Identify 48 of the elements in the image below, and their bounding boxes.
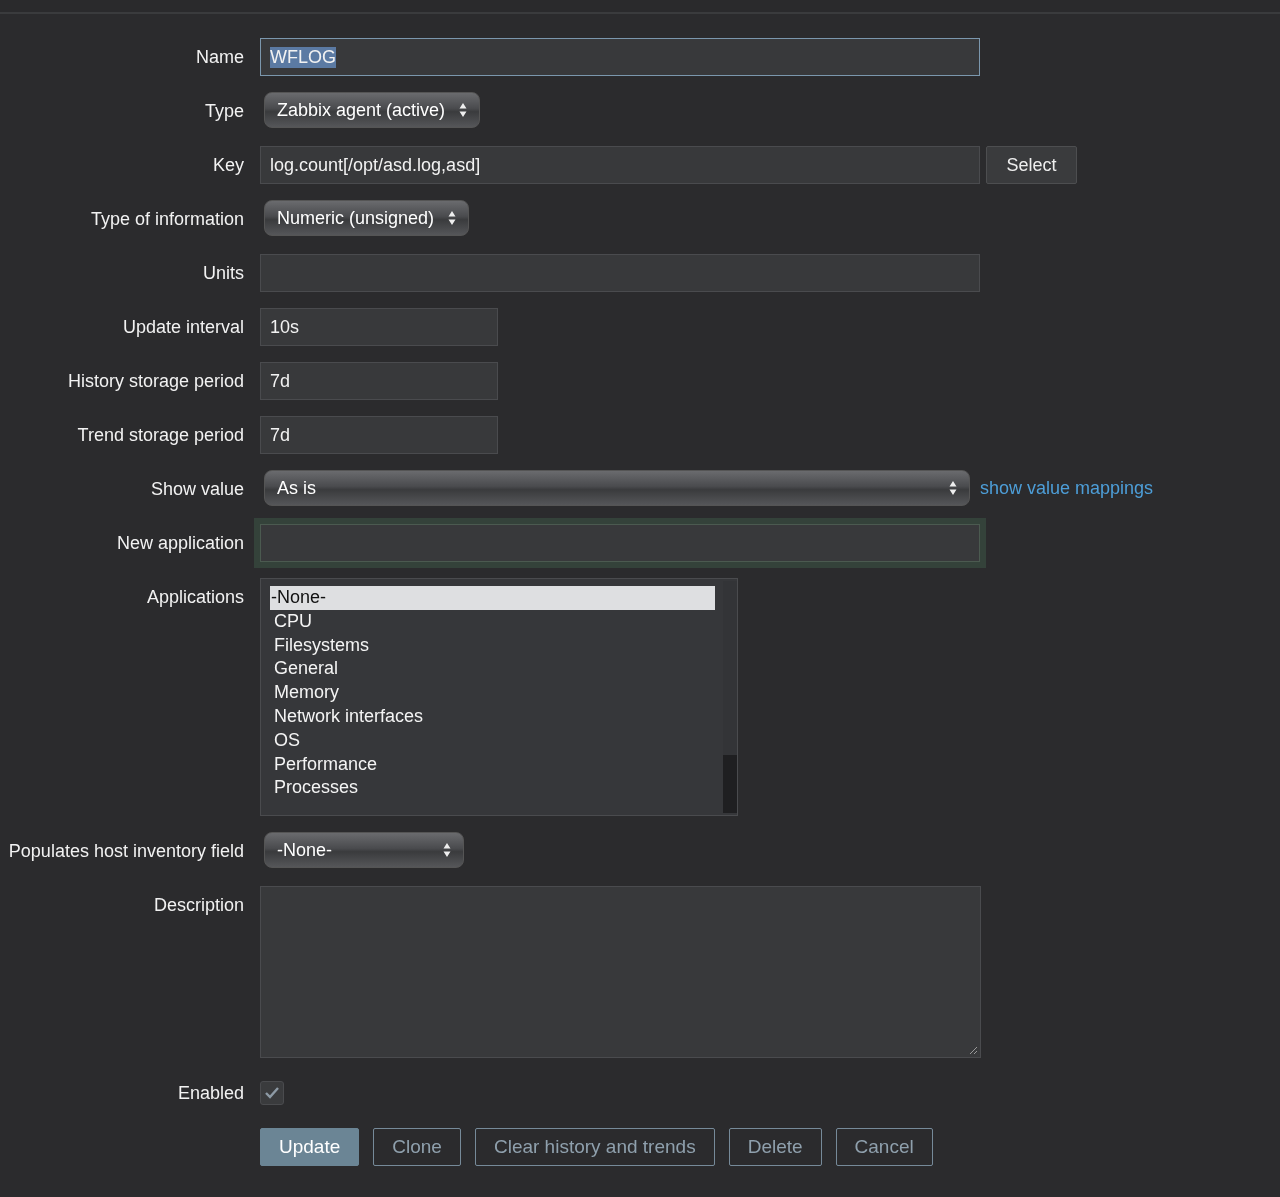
field-label: Key [212,155,244,176]
text-field[interactable] [260,254,980,292]
dropdown[interactable]: Numeric (unsigned) [264,200,470,236]
field-label: Name [196,47,244,68]
dropdown[interactable]: Zabbix agent (active) [264,92,481,128]
field-label: Type of information [90,209,244,230]
show-value-mappings-link[interactable]: show value mappings [980,477,1154,499]
checkbox[interactable] [260,1081,284,1105]
text-field[interactable]: 7d [260,362,498,400]
list-option[interactable]: Memory [270,681,715,705]
field-label: Applications [146,587,244,608]
text-field[interactable]: WFLOG [260,38,980,76]
text-field[interactable]: log.count[/opt/asd.log,asd] [260,146,980,184]
list-option[interactable]: OS [270,728,715,753]
checkmark-icon [264,1086,280,1100]
dropdown[interactable]: -None- [264,832,464,868]
field-label: Type [204,101,244,122]
field-label: Units [203,263,244,284]
resize-grip-icon[interactable] [968,1045,978,1055]
dropdown-arrows-icon [459,102,468,118]
list-option[interactable]: General [270,657,715,682]
field-label: Populates host inventory field [8,841,244,862]
form-button[interactable]: Cancel [835,1128,933,1166]
field-label: Trend storage period [77,425,244,446]
field-label: New application [116,533,244,554]
field-label: Update interval [122,317,244,338]
field-label: Description [153,895,244,916]
text-field[interactable]: 10s [260,308,498,346]
list-option[interactable]: Filesystems [270,633,715,658]
list-option[interactable]: -None- [270,586,715,610]
field-label: History storage period [67,371,244,392]
dropdown-arrows-icon [949,480,957,496]
list-option[interactable]: Network interfaces [270,705,715,729]
list-option[interactable]: CPU [270,609,715,634]
form-button[interactable]: Delete [728,1128,822,1166]
field-label: Show value [150,479,244,500]
field-label: Enabled [177,1083,244,1104]
applications-listbox[interactable]: -None- CPU Filesystems General Memory Network interfaces OS Performance Processes [260,578,738,816]
list-option[interactable]: Processes [270,776,715,801]
dropdown[interactable]: As is [264,470,970,506]
dropdown-arrows-icon [443,842,451,858]
dropdown-arrows-icon [448,210,457,226]
select-button[interactable]: Select [986,146,1077,184]
form-button[interactable]: Clone [373,1128,461,1166]
text-field[interactable]: 7d [260,416,498,454]
form-button[interactable]: Update [260,1128,360,1166]
list-option[interactable]: Performance [270,752,715,777]
form-button[interactable]: Clear history and trends [474,1128,715,1166]
